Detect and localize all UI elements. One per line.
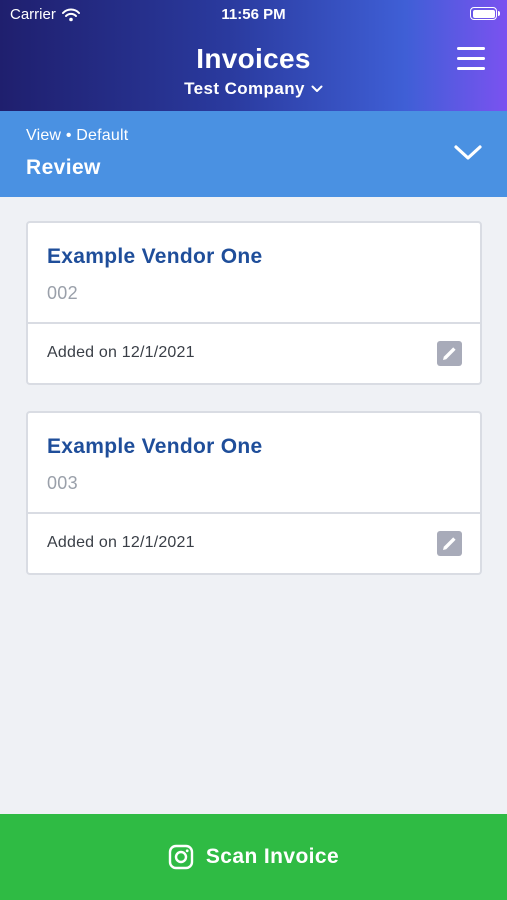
- view-value: Review: [26, 156, 101, 179]
- added-date: Added on 12/1/2021: [47, 534, 195, 551]
- invoice-card-footer: Added on 12/1/2021: [28, 514, 480, 573]
- edit-button[interactable]: [437, 341, 462, 366]
- app-header: Carrier 11:56 PM Invoices Test Company: [0, 0, 507, 111]
- added-date: Added on 12/1/2021: [47, 344, 195, 361]
- invoice-card-body[interactable]: Example Vendor One 002: [28, 223, 480, 324]
- page-title: Invoices: [196, 43, 311, 74]
- status-bar: Carrier 11:56 PM: [0, 0, 507, 28]
- status-time: 11:56 PM: [221, 6, 286, 23]
- edit-button[interactable]: [437, 531, 462, 556]
- invoice-card-footer: Added on 12/1/2021: [28, 324, 480, 383]
- invoice-card[interactable]: Example Vendor One 003 Added on 12/1/202…: [26, 411, 482, 575]
- invoice-number: 002: [47, 283, 78, 303]
- battery-icon: [470, 7, 500, 20]
- scan-invoice-label: Scan Invoice: [205, 845, 340, 868]
- view-label: View • Default: [26, 127, 129, 144]
- camera-icon: [168, 844, 194, 870]
- hamburger-menu-icon[interactable]: [457, 47, 485, 71]
- invoice-card[interactable]: Example Vendor One 002 Added on 12/1/202…: [26, 221, 482, 385]
- vendor-name: Example Vendor One: [47, 245, 263, 268]
- invoice-number: 003: [47, 473, 78, 493]
- company-selector[interactable]: Test Company: [0, 79, 507, 99]
- invoice-list: Example Vendor One 002 Added on 12/1/202…: [26, 221, 482, 601]
- pencil-icon: [443, 537, 456, 550]
- scan-invoice-button[interactable]: Scan Invoice: [0, 814, 507, 900]
- chevron-down-icon: [311, 85, 323, 92]
- pencil-icon: [443, 347, 456, 360]
- company-name: Test Company: [184, 79, 305, 98]
- vendor-name: Example Vendor One: [47, 435, 263, 458]
- invoice-card-body[interactable]: Example Vendor One 003: [28, 413, 480, 514]
- chevron-down-icon[interactable]: [453, 143, 483, 163]
- view-selector[interactable]: View • Default Review: [0, 111, 507, 197]
